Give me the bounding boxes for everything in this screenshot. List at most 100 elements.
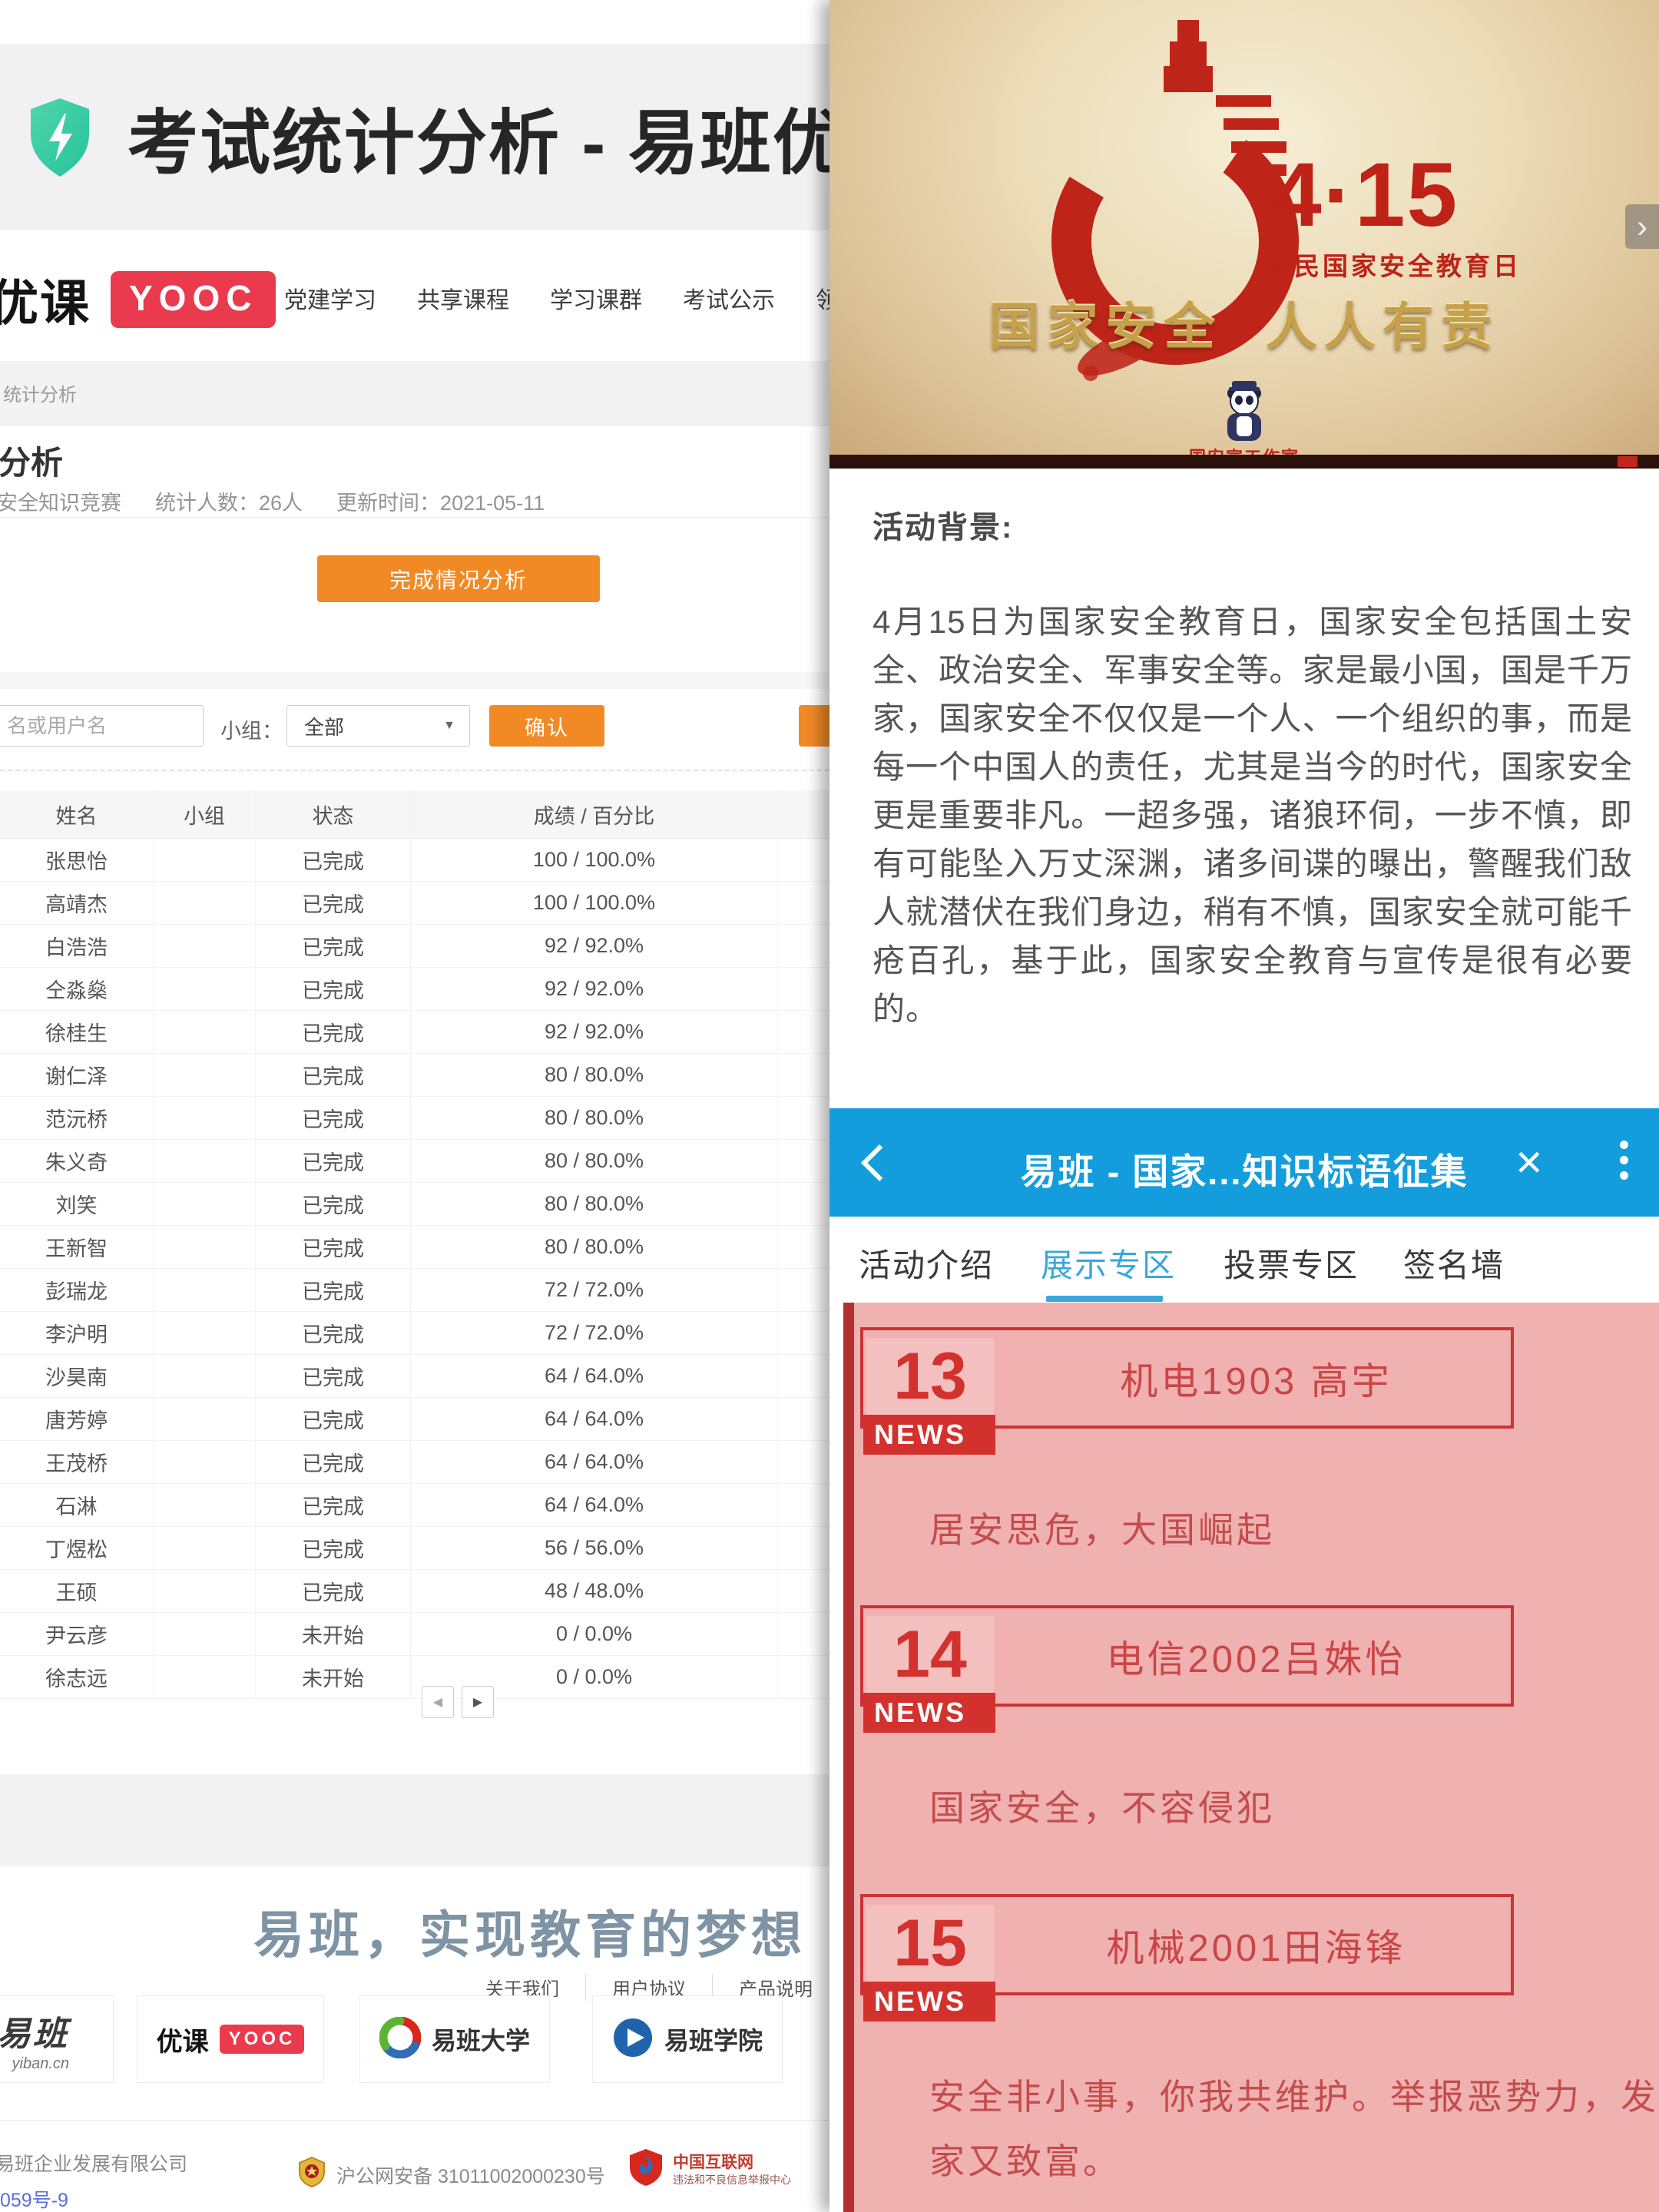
cell-status: 已完成	[256, 1183, 411, 1225]
cell-status: 已完成	[256, 1269, 411, 1311]
cell-action: 清空成绩	[778, 1484, 830, 1526]
partner-yiban-college[interactable]: 易班学院	[592, 1995, 783, 2083]
tab-signature-wall[interactable]: 签名墙	[1403, 1240, 1505, 1286]
shield-bolt-icon	[26, 97, 94, 178]
search-input[interactable]	[0, 705, 204, 747]
news-card[interactable]: 14 NEWS 电信2002吕姝怡 国家安全，不容侵犯	[843, 1605, 1659, 1882]
report-line2: 违法和不良信息举报中心	[673, 2173, 791, 2187]
police-record-text[interactable]: 沪公网安备 31011002000230号	[336, 2161, 605, 2189]
news-author: 电信2002吕姝怡	[1005, 1605, 1508, 1707]
cell-group	[154, 1312, 256, 1354]
yooc-badge: YOOC	[111, 271, 276, 328]
by-group-button[interactable]: 按	[799, 705, 830, 747]
cell-action: 清空成绩	[778, 839, 830, 881]
cell-name: 刘笑	[0, 1183, 154, 1225]
nav-party-learning[interactable]: 党建学习	[284, 281, 376, 315]
cell-action: 清空成绩	[778, 1011, 830, 1053]
col-name: 姓名	[0, 790, 154, 838]
stats-count: 统计人数：26人	[155, 486, 303, 516]
group-select[interactable]: 全部 ▼	[286, 705, 470, 747]
cell-action: 清空成绩	[778, 1398, 830, 1440]
table-row: 范沅桥 已完成 80 / 80.0% 清空成绩	[0, 1097, 830, 1140]
menu-dots-icon[interactable]	[1620, 1141, 1628, 1180]
tab-vote-zone[interactable]: 投票专区	[1224, 1240, 1359, 1286]
brand-text: 优课	[0, 264, 91, 335]
news-label: NEWS	[863, 1693, 995, 1733]
report-center[interactable]: 中国互联网 违法和不良信息举报中心	[628, 2147, 791, 2191]
cell-score: 64 / 64.0%	[411, 1484, 778, 1526]
confirm-button[interactable]: 确认	[489, 705, 604, 747]
nav-study-groups[interactable]: 学习课群	[550, 281, 642, 315]
police-badge-icon	[298, 2157, 326, 2193]
cell-name: 高靖杰	[0, 882, 154, 924]
carousel-next-button[interactable]: ›	[1625, 204, 1659, 249]
divider	[0, 517, 830, 518]
nav-exam-publicity[interactable]: 考试公示	[683, 281, 775, 315]
cell-action: 清空成绩	[778, 1269, 830, 1311]
partner-yiban-university[interactable]: 易班大学	[359, 1995, 550, 2083]
cell-action: 清空成绩	[778, 1312, 830, 1354]
cell-score: 100 / 100.0%	[411, 839, 778, 881]
cell-group	[154, 1097, 256, 1139]
nav-shared-courses[interactable]: 共享课程	[417, 281, 509, 315]
cell-score: 48 / 48.0%	[411, 1570, 778, 1612]
pagination: ◀ ▶	[422, 1686, 494, 1718]
prev-page-button[interactable]: ◀	[422, 1686, 454, 1718]
panda-mascot-icon	[1214, 379, 1275, 446]
cell-name: 王硕	[0, 1570, 154, 1612]
cell-group	[154, 1140, 256, 1182]
col-action: 操作	[778, 790, 830, 838]
carousel-indicator[interactable]	[1618, 456, 1637, 467]
news-slogan: 居安思危，大国崛起	[929, 1498, 1659, 1562]
partner-yooc[interactable]: 优课 YOOC	[137, 1995, 324, 2083]
tab-activity-intro[interactable]: 活动介绍	[859, 1240, 994, 1286]
news-card[interactable]: 13 NEWS 机电1903 高宇 居安思危，大国崛起	[843, 1327, 1659, 1604]
partner-yiban-title: 易班	[0, 2006, 69, 2055]
table-row: 石淋 已完成 64 / 64.0% 清空成绩	[0, 1484, 830, 1527]
news-slogan: 安全非小事，你我共维护。举报恶势力，发家又致富。	[929, 2065, 1659, 2194]
cell-score: 72 / 72.0%	[411, 1269, 778, 1311]
close-icon[interactable]: ✕	[1514, 1142, 1544, 1184]
partner-yiban[interactable]: 易班 yiban.cn	[0, 1995, 114, 2083]
cell-name: 李沪明	[0, 1312, 154, 1354]
cell-name: 石淋	[0, 1484, 154, 1526]
cell-action: 清空成绩	[778, 1613, 830, 1655]
cell-score: 80 / 80.0%	[411, 1054, 778, 1096]
chevron-down-icon: ▼	[443, 719, 455, 733]
table-row: 王新智 已完成 80 / 80.0% 清空成绩	[0, 1226, 830, 1269]
cell-status: 已完成	[256, 1441, 411, 1483]
news-card[interactable]: 15 NEWS 机械2001田海锋 安全非小事，你我共维护。举报恶势力，发家又致…	[843, 1894, 1659, 2171]
completion-analysis-button[interactable]: 完成情况分析	[317, 555, 600, 602]
next-page-button[interactable]: ▶	[462, 1686, 494, 1718]
banner-bottom-strip	[830, 455, 1659, 469]
partner-university-label: 易班大学	[432, 2022, 530, 2057]
cell-score: 80 / 80.0%	[411, 1140, 778, 1182]
cell-status: 已完成	[256, 1140, 411, 1182]
footer-divider	[0, 2120, 830, 2121]
cell-status: 已完成	[256, 1355, 411, 1397]
news-number: 15	[866, 1905, 994, 1982]
app-title-bar: 易班 - 国家...知识标语征集 ✕	[830, 1108, 1659, 1217]
cell-name: 徐桂生	[0, 1011, 154, 1053]
cell-status: 已完成	[256, 1011, 411, 1053]
cell-status: 已完成	[256, 1527, 411, 1569]
play-circle-icon	[612, 2017, 654, 2062]
icp-number[interactable]: 059号-9	[0, 2185, 68, 2212]
cell-group	[154, 968, 256, 1010]
footer-slogan: 易班，实现教育的梦想	[253, 1894, 806, 1968]
cell-name: 王新智	[0, 1226, 154, 1268]
nav-more[interactable]: 领	[816, 281, 830, 315]
exam-name: 安全知识竞赛	[0, 486, 121, 516]
table-row: 彭瑞龙 已完成 72 / 72.0% 清空成绩	[0, 1269, 830, 1312]
cell-score: 64 / 64.0%	[411, 1398, 778, 1440]
cell-name: 朱义奇	[0, 1140, 154, 1182]
cell-action: 清空成绩	[778, 968, 830, 1010]
yooc-logo[interactable]: 优课 YOOC	[0, 264, 276, 335]
tab-display-zone[interactable]: 展示专区	[1041, 1240, 1176, 1286]
site-footer: 易班，实现教育的梦想 关于我们 用户协议 产品说明 易班 yiban.cn 优课…	[0, 1866, 830, 2212]
group-label: 小组：	[220, 714, 283, 744]
mobile-activity-page: 4·15 全民国家安全教育日 国家安全 人人有责 国安宣工作室 ›	[830, 0, 1659, 2212]
tab-bar: 活动介绍 展示专区 投票专区 签名墙	[830, 1217, 1659, 1303]
security-day-banner: 4·15 全民国家安全教育日 国家安全 人人有责 国安宣工作室 ›	[830, 0, 1659, 469]
cell-group	[154, 1570, 256, 1612]
